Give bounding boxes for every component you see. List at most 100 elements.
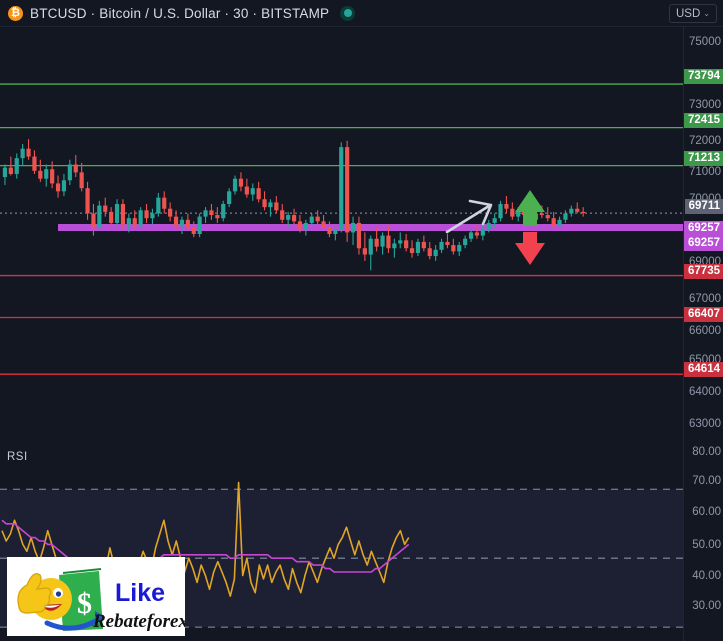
svg-text:Like: Like bbox=[115, 579, 165, 607]
candle-body bbox=[244, 186, 249, 195]
candle-body bbox=[339, 147, 344, 230]
candle-body bbox=[38, 170, 43, 179]
candle-body bbox=[504, 203, 509, 209]
svg-text:$: $ bbox=[77, 587, 92, 620]
candle-body bbox=[120, 203, 126, 225]
candle-body bbox=[439, 241, 444, 250]
price-scale-axis[interactable]: 7500074000730007200071000700006900067000… bbox=[684, 27, 723, 641]
candle-body bbox=[109, 211, 114, 223]
price-level-label[interactable]: 67735 bbox=[684, 264, 723, 279]
candle-body bbox=[250, 188, 255, 195]
candle-body bbox=[368, 238, 373, 255]
rsi-tick: 40.00 bbox=[692, 570, 721, 582]
candle-body bbox=[79, 172, 84, 189]
candle-body bbox=[297, 221, 303, 230]
candle-body bbox=[91, 213, 96, 228]
candle-body bbox=[55, 183, 61, 192]
candle-body bbox=[315, 216, 320, 222]
price-level-label[interactable]: 71213 bbox=[684, 151, 723, 166]
candle-body bbox=[345, 147, 350, 233]
candle-body bbox=[474, 232, 480, 236]
candle-body bbox=[126, 218, 131, 225]
candle-body bbox=[50, 169, 55, 184]
candle-body bbox=[227, 191, 232, 204]
candle-body bbox=[215, 215, 220, 219]
watermark-graphic: $ Like Rebateforex bbox=[7, 557, 185, 636]
candle-body bbox=[433, 249, 438, 257]
candle-body bbox=[262, 199, 267, 208]
rsi-tick: 80.00 bbox=[692, 446, 721, 458]
currency-selector[interactable]: USD ⌄ bbox=[669, 4, 717, 23]
price-tick: 72000 bbox=[689, 135, 721, 147]
candle-body bbox=[268, 202, 273, 208]
candle-body bbox=[144, 210, 149, 219]
candle-body bbox=[274, 202, 279, 211]
candle-body bbox=[356, 222, 362, 249]
chart-header-toolbar: ₿ BTCUSD · Bitcoin / U.S. Dollar · 30 · … bbox=[0, 0, 723, 27]
candle-body bbox=[20, 148, 25, 159]
candle-body bbox=[14, 158, 19, 174]
market-open-status-dot bbox=[340, 5, 356, 21]
candle-body bbox=[191, 227, 196, 234]
price-level-label[interactable]: 72415 bbox=[684, 113, 723, 128]
price-chart-pane[interactable] bbox=[0, 27, 683, 441]
candle-body bbox=[569, 208, 574, 214]
candle-body bbox=[73, 164, 78, 173]
candle-body bbox=[480, 229, 485, 236]
price-level-label[interactable]: 66407 bbox=[684, 307, 723, 322]
candle-body bbox=[286, 215, 291, 220]
price-tick: 67000 bbox=[689, 293, 721, 305]
candle-body bbox=[197, 216, 202, 234]
rsi-pane-title[interactable]: RSI bbox=[7, 451, 28, 463]
price-level-label[interactable]: 64614 bbox=[684, 362, 723, 377]
candle-body bbox=[61, 180, 67, 192]
candle-body bbox=[203, 210, 208, 217]
candle-body bbox=[232, 178, 238, 192]
candle-body bbox=[510, 208, 515, 217]
candle-body bbox=[2, 167, 8, 178]
candle-body bbox=[327, 227, 332, 234]
candle-body bbox=[539, 213, 544, 216]
candle-body bbox=[256, 188, 261, 200]
candle-body bbox=[321, 221, 326, 228]
candle-body bbox=[168, 208, 173, 217]
rebateforex-watermark-logo: $ Like Rebateforex bbox=[7, 557, 185, 636]
candle-body bbox=[150, 213, 155, 219]
candle-body bbox=[291, 215, 297, 222]
candle-body bbox=[427, 248, 432, 257]
candle-body bbox=[392, 243, 397, 249]
candle-body bbox=[415, 241, 421, 253]
rsi-tick: 60.00 bbox=[692, 506, 721, 518]
candle-body bbox=[362, 248, 367, 255]
price-level-label[interactable]: 69711 bbox=[684, 199, 723, 214]
candle-body bbox=[8, 167, 13, 174]
candle-body bbox=[581, 211, 586, 214]
candle-body bbox=[309, 216, 314, 223]
candle-body bbox=[333, 229, 338, 234]
candle-body bbox=[451, 245, 456, 252]
candle-body bbox=[498, 203, 503, 219]
candle-body bbox=[374, 238, 379, 247]
price-level-label[interactable]: 69257 bbox=[684, 221, 723, 236]
candle-body bbox=[44, 169, 49, 179]
red-down-arrow-annotation bbox=[515, 232, 545, 265]
price-level-label[interactable]: 69257 bbox=[684, 236, 723, 251]
candle-body bbox=[486, 222, 491, 230]
candle-body bbox=[114, 203, 120, 223]
price-level-label[interactable]: 73794 bbox=[684, 69, 723, 84]
price-tick: 71000 bbox=[689, 166, 721, 178]
bitcoin-logo-icon: ₿ bbox=[8, 5, 23, 21]
candle-body bbox=[303, 222, 308, 230]
candle-body bbox=[238, 178, 244, 187]
candle-body bbox=[32, 156, 37, 171]
candle-body bbox=[463, 238, 468, 246]
candle-body bbox=[386, 235, 391, 249]
price-tick: 63000 bbox=[689, 418, 721, 430]
price-tick: 64000 bbox=[689, 386, 721, 398]
symbol-title[interactable]: BTCUSD · Bitcoin / U.S. Dollar · 30 · BI… bbox=[30, 6, 329, 21]
rsi-tick: 50.00 bbox=[692, 539, 721, 551]
candle-body bbox=[557, 219, 562, 227]
candle-body bbox=[179, 219, 185, 227]
candle-body bbox=[575, 208, 580, 212]
candle-body bbox=[185, 219, 190, 228]
